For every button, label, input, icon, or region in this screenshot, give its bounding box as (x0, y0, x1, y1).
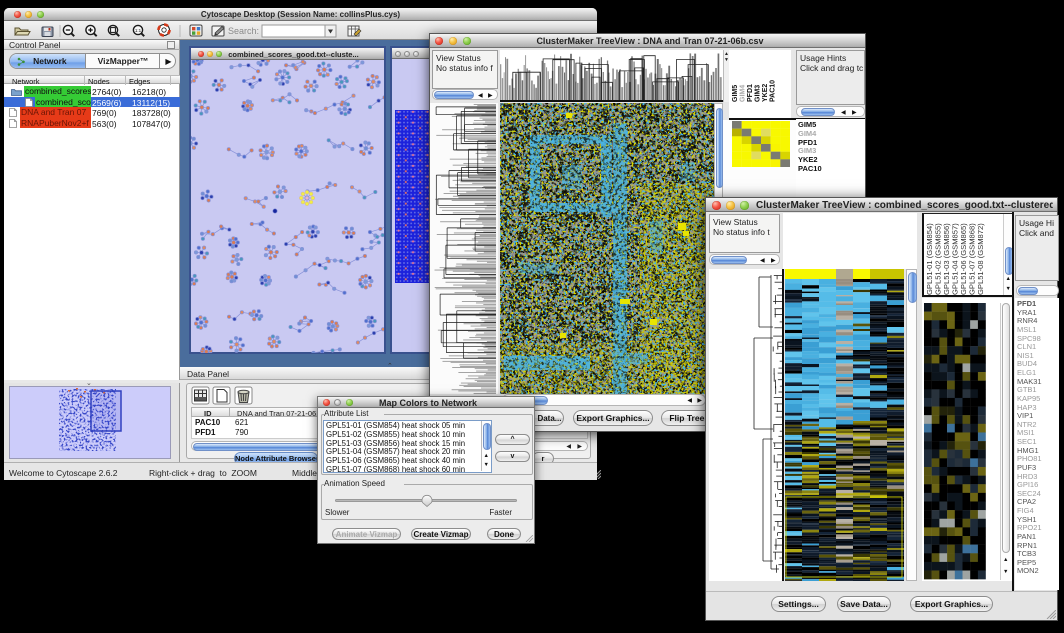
svg-text:GIM4: GIM4 (740, 85, 747, 102)
svg-text:PAC10: PAC10 (770, 80, 777, 102)
svg-text:Search:: Search: (228, 26, 259, 36)
svg-text:GIM5: GIM5 (732, 85, 739, 102)
svg-text:1:1: 1:1 (135, 28, 142, 33)
svg-text:GPL51-08 (GSM872): GPL51-08 (GSM872) (976, 223, 985, 295)
svg-text:PFD1: PFD1 (747, 84, 754, 102)
svg-text:YKE2: YKE2 (762, 84, 769, 102)
svg-text:GIM3: GIM3 (755, 85, 762, 102)
